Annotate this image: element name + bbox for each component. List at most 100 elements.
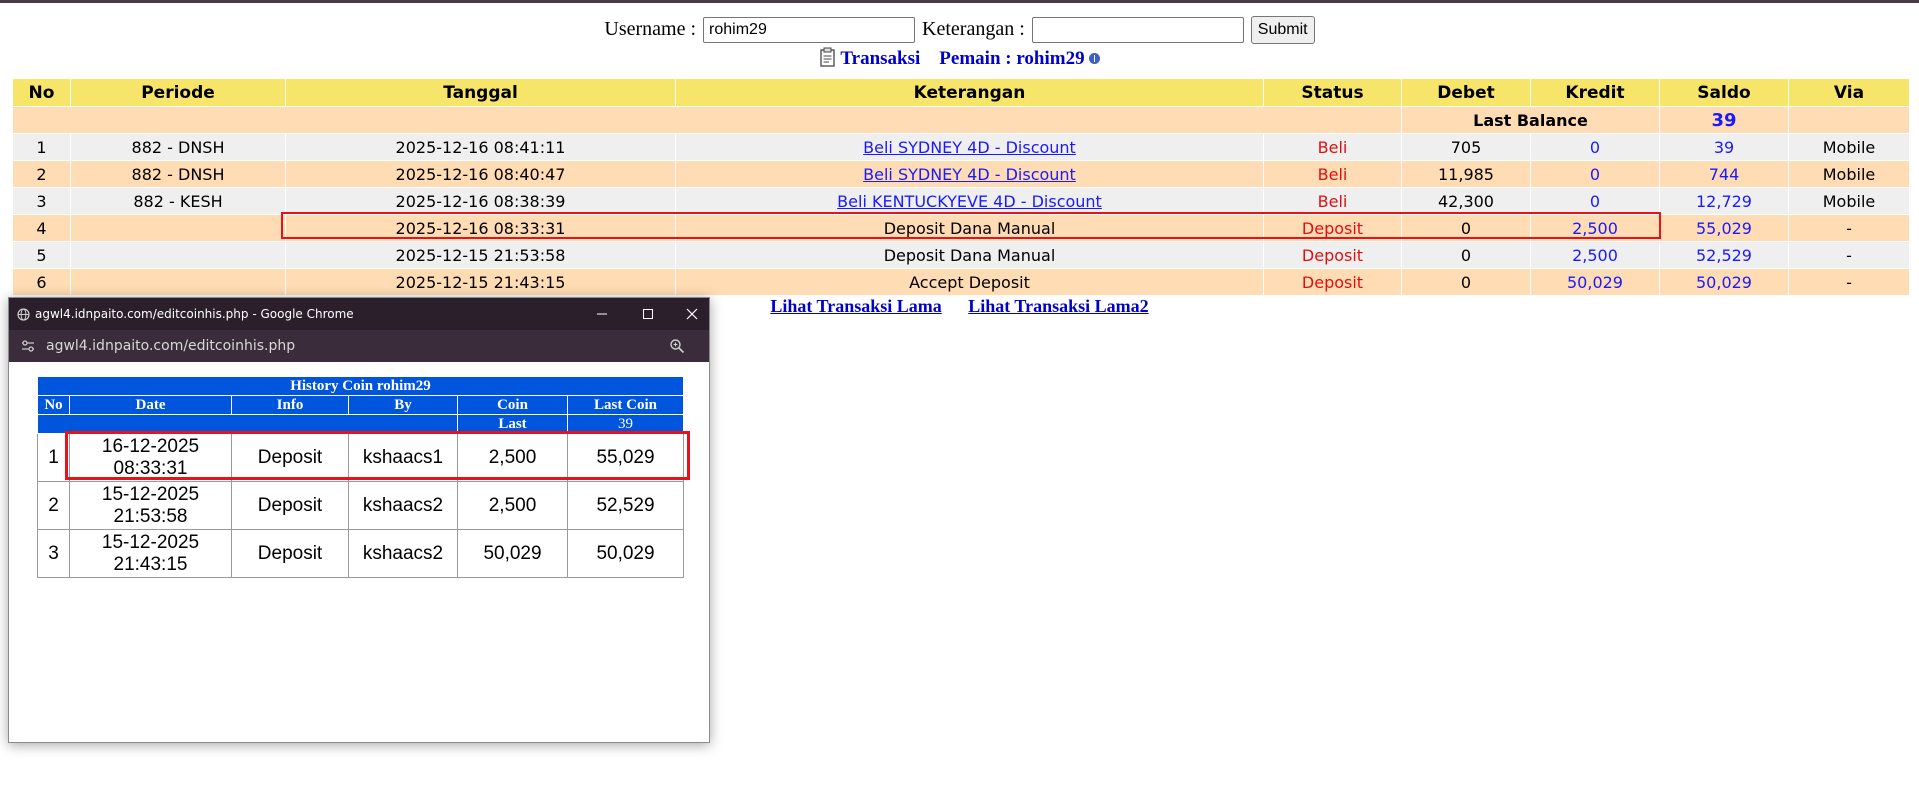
cell-tanggal: 2025-12-15 21:43:15 bbox=[285, 268, 676, 296]
cell-periode: 882 - DNSH bbox=[70, 160, 286, 188]
cell-via: Mobile bbox=[1788, 187, 1910, 215]
coin-cell-info: Deposit bbox=[231, 529, 349, 578]
keterangan-link[interactable]: Beli SYDNEY 4D - Discount bbox=[863, 165, 1076, 184]
search-form: Username : Keterangan : Submit bbox=[0, 14, 1919, 45]
coin-cell-info: Deposit bbox=[231, 433, 349, 482]
coin-col-no: No bbox=[37, 395, 70, 415]
keterangan-input[interactable] bbox=[1031, 17, 1244, 44]
window-titlebar[interactable]: agwl4.idnpaito.com/editcoinhis.php - Goo… bbox=[9, 298, 709, 330]
coin-col-last-coin: Last Coin bbox=[567, 395, 684, 415]
coin-col-coin: Coin bbox=[457, 395, 568, 415]
window-title: agwl4.idnpaito.com/editcoinhis.php - Goo… bbox=[35, 307, 354, 321]
cell-kredit: 0 bbox=[1530, 160, 1660, 188]
cell-via: - bbox=[1788, 268, 1910, 296]
cell-via: Mobile bbox=[1788, 160, 1910, 188]
cell-kredit: 2,500 bbox=[1530, 241, 1660, 269]
info-icon[interactable] bbox=[1088, 53, 1100, 64]
col-header-status: Status bbox=[1263, 78, 1402, 107]
coin-cell-by: kshaacs2 bbox=[348, 481, 458, 530]
cell-saldo: 52,529 bbox=[1659, 241, 1789, 269]
coin-date: 15-12-2025 bbox=[101, 531, 200, 553]
keterangan-link[interactable]: Beli SYDNEY 4D - Discount bbox=[863, 138, 1076, 157]
cell-no: 4 bbox=[12, 214, 71, 242]
cell-saldo: 39 bbox=[1659, 133, 1789, 161]
table-row: 1 16-12-2025 08:33:31 Deposit kshaacs1 2,… bbox=[37, 433, 684, 482]
col-header-via: Via bbox=[1788, 78, 1910, 107]
cell-status: Deposit bbox=[1263, 214, 1402, 242]
col-header-tanggal: Tanggal bbox=[285, 78, 676, 107]
coin-history-popup-window: agwl4.idnpaito.com/editcoinhis.php - Goo… bbox=[8, 297, 710, 743]
coin-history-title: History Coin rohim29 bbox=[37, 376, 684, 396]
table-row: 3 15-12-2025 21:43:15 Deposit kshaacs2 50… bbox=[37, 529, 684, 578]
zoom-icon[interactable] bbox=[669, 338, 685, 354]
cell-debet: 0 bbox=[1401, 214, 1531, 242]
cell-keterangan: Deposit Dana Manual bbox=[675, 241, 1264, 269]
cell-kredit: 2,500 bbox=[1530, 214, 1660, 242]
keterangan-link[interactable]: Beli KENTUCKYEVE 4D - Discount bbox=[837, 192, 1102, 211]
cell-kredit: 50,029 bbox=[1530, 268, 1660, 296]
coin-time: 08:33:31 bbox=[113, 457, 188, 479]
cell-keterangan: Accept Deposit bbox=[675, 268, 1264, 296]
cell-via: - bbox=[1788, 214, 1910, 242]
cell-tanggal: 2025-12-16 08:41:11 bbox=[285, 133, 676, 161]
cell-tanggal: 2025-12-16 08:38:39 bbox=[285, 187, 676, 215]
table-row: 2 15-12-2025 21:53:58 Deposit kshaacs2 2,… bbox=[37, 481, 684, 530]
cell-periode bbox=[70, 214, 286, 242]
cell-status: Beli bbox=[1263, 187, 1402, 215]
cell-tanggal: 2025-12-15 21:53:58 bbox=[285, 241, 676, 269]
cell-saldo: 55,029 bbox=[1659, 214, 1789, 242]
coin-cell-date: 15-12-2025 21:43:15 bbox=[69, 529, 232, 578]
coin-cell-date: 16-12-2025 08:33:31 bbox=[69, 433, 232, 482]
cell-no: 1 bbox=[12, 133, 71, 161]
site-settings-icon[interactable] bbox=[21, 339, 35, 353]
coin-col-by: By bbox=[348, 395, 458, 415]
close-icon[interactable] bbox=[677, 304, 707, 324]
cell-no: 3 bbox=[12, 187, 71, 215]
cell-saldo: 12,729 bbox=[1659, 187, 1789, 215]
coin-date: 15-12-2025 bbox=[101, 483, 200, 505]
coin-cell-last-coin: 52,529 bbox=[567, 481, 684, 530]
coin-col-date: Date bbox=[69, 395, 232, 415]
page-title: Transaksi Pemain : rohim29 bbox=[0, 46, 1919, 72]
lihat-transaksi-lama2-link[interactable]: Lihat Transaksi Lama2 bbox=[968, 296, 1148, 316]
cell-tanggal: 2025-12-16 08:33:31 bbox=[285, 214, 676, 242]
cell-periode: 882 - DNSH bbox=[70, 133, 286, 161]
clipboard-icon bbox=[819, 47, 837, 67]
submit-button[interactable]: Submit bbox=[1250, 16, 1315, 45]
coin-cell-last-coin: 50,029 bbox=[567, 529, 684, 578]
cell-no: 5 bbox=[12, 241, 71, 269]
cell-via: Mobile bbox=[1788, 133, 1910, 161]
table-row: 4 2025-12-16 08:33:31 Deposit Dana Manua… bbox=[12, 214, 1910, 242]
cell-debet: 0 bbox=[1401, 241, 1531, 269]
cell-kredit: 0 bbox=[1530, 133, 1660, 161]
last-balance-label: Last Balance bbox=[1401, 106, 1660, 134]
coin-time: 21:53:58 bbox=[113, 505, 188, 527]
username-input[interactable] bbox=[703, 17, 916, 44]
last-balance-row: Last Balance 39 bbox=[12, 106, 1910, 134]
globe-icon bbox=[17, 308, 30, 321]
maximize-icon[interactable] bbox=[633, 304, 663, 324]
cell-periode bbox=[70, 241, 286, 269]
table-header-row: No Periode Tanggal Keterangan Status Deb… bbox=[12, 78, 1910, 107]
url-text[interactable]: agwl4.idnpaito.com/editcoinhis.php bbox=[46, 338, 295, 354]
coin-cell-coin: 50,029 bbox=[457, 529, 568, 578]
coin-cell-no: 3 bbox=[37, 529, 70, 578]
top-border bbox=[0, 0, 1919, 3]
username-label: Username : bbox=[604, 18, 697, 40]
coin-cell-no: 2 bbox=[37, 481, 70, 530]
coin-time: 21:43:15 bbox=[113, 553, 188, 575]
cell-debet: 11,985 bbox=[1401, 160, 1531, 188]
coin-col-info: Info bbox=[231, 395, 349, 415]
table-row: 6 2025-12-15 21:43:15 Accept Deposit Dep… bbox=[12, 268, 1910, 296]
col-header-keterangan: Keterangan bbox=[675, 78, 1264, 107]
cell-status: Beli bbox=[1263, 160, 1402, 188]
lihat-transaksi-lama-link[interactable]: Lihat Transaksi Lama bbox=[770, 296, 941, 316]
cell-debet: 42,300 bbox=[1401, 187, 1531, 215]
cell-keterangan: Deposit Dana Manual bbox=[675, 214, 1264, 242]
cell-status: Beli bbox=[1263, 133, 1402, 161]
cell-keterangan: Beli SYDNEY 4D - Discount bbox=[675, 133, 1264, 161]
cell-debet: 705 bbox=[1401, 133, 1531, 161]
transaction-table: No Periode Tanggal Keterangan Status Deb… bbox=[12, 78, 1910, 296]
coin-last-value: 39 bbox=[567, 414, 684, 434]
minimize-icon[interactable] bbox=[587, 304, 617, 324]
